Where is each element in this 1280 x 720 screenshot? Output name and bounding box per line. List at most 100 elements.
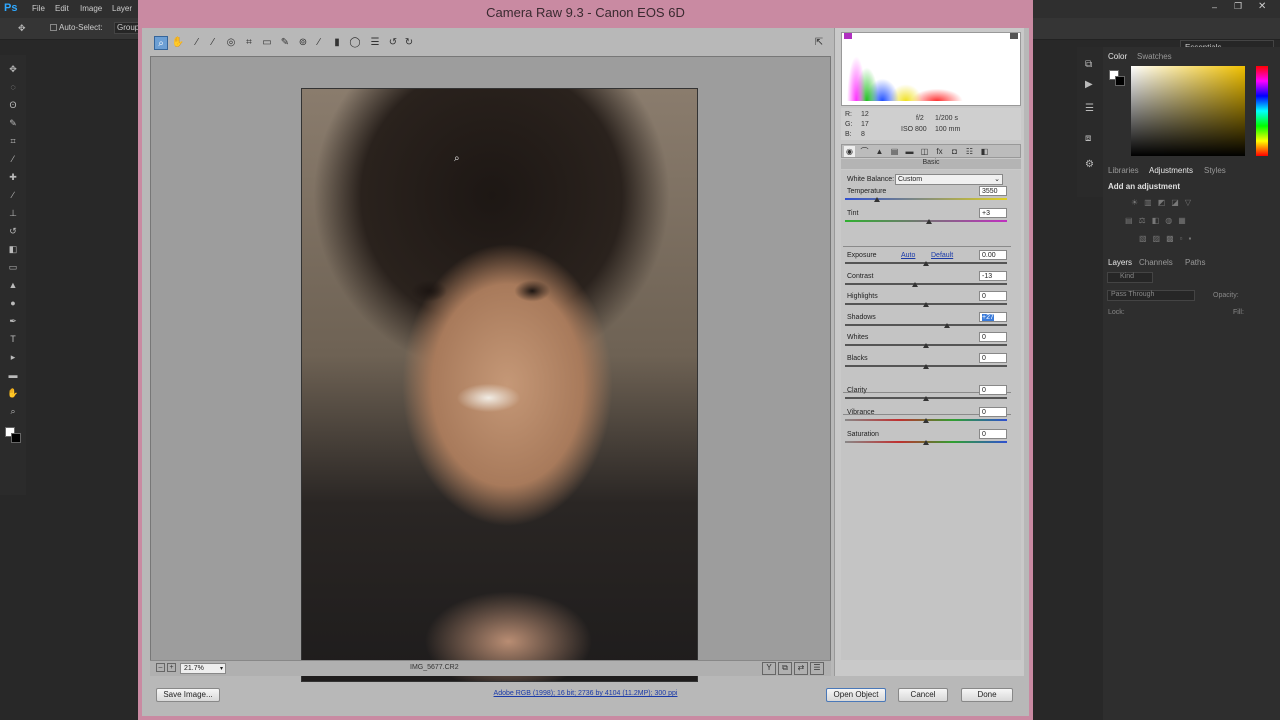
lasso-tool-icon[interactable]: ʘ: [6, 99, 20, 111]
gradient-tool-icon[interactable]: ▭: [6, 261, 20, 273]
adjustment-brush-icon[interactable]: ∕: [312, 36, 326, 50]
highlights-value-field[interactable]: 0: [979, 291, 1007, 301]
tab-color[interactable]: Color: [1108, 52, 1127, 61]
restore-icon[interactable]: ❐: [1234, 1, 1242, 12]
menu-edit[interactable]: Edit: [55, 4, 69, 13]
close-icon[interactable]: ✕: [1258, 1, 1266, 12]
panel-background-swatch[interactable]: [1115, 76, 1125, 86]
zoom-tool-icon[interactable]: ⌕: [6, 405, 20, 417]
snapshots-tab-icon[interactable]: ◧: [979, 146, 990, 157]
radial-filter-icon[interactable]: ◯: [348, 36, 362, 50]
tool-presets-icon[interactable]: ⚙: [1085, 159, 1094, 170]
cancel-button[interactable]: Cancel: [898, 688, 948, 702]
layers-kind-filter[interactable]: Kind: [1107, 272, 1153, 283]
presets-tab-icon[interactable]: ☷: [964, 146, 975, 157]
tab-styles[interactable]: Styles: [1204, 166, 1226, 175]
type-tool-icon[interactable]: T: [6, 333, 20, 345]
shadows-slider-thumb[interactable]: [944, 323, 951, 328]
tab-layers[interactable]: Layers: [1108, 258, 1132, 267]
temperature-slider-track[interactable]: [845, 198, 1007, 200]
temperature-slider-thumb[interactable]: [874, 197, 881, 202]
brush-tool-icon[interactable]: ∕: [6, 189, 20, 201]
history-brush-icon[interactable]: ↺: [6, 225, 20, 237]
properties-panel-icon[interactable]: ☰: [1085, 103, 1094, 114]
saturation-slider-thumb[interactable]: [923, 440, 929, 445]
default-link[interactable]: Default: [931, 252, 953, 259]
hand-tool-icon[interactable]: ✋: [6, 387, 20, 399]
shape-tool-icon[interactable]: ▬: [6, 369, 20, 381]
exposure-value-field[interactable]: 0.00: [979, 250, 1007, 260]
preferences-icon[interactable]: ☰: [368, 36, 382, 50]
whites-slider-thumb[interactable]: [923, 343, 929, 348]
contrast-slider-track[interactable]: [845, 283, 1007, 285]
tint-slider-thumb[interactable]: [926, 219, 933, 224]
detail-tab-icon[interactable]: ▲: [874, 146, 885, 157]
auto-select-dropdown[interactable]: Group: [114, 22, 140, 34]
swap-icon[interactable]: ⇄: [794, 662, 808, 675]
camera-calibration-tab-icon[interactable]: ◘: [949, 146, 960, 157]
straighten-tool-icon[interactable]: ▭: [260, 36, 274, 50]
rotate-right-icon[interactable]: ↻: [402, 36, 416, 50]
shadows-slider-track[interactable]: [845, 324, 1007, 326]
blacks-value-field[interactable]: 0: [979, 353, 1007, 363]
red-eye-icon[interactable]: ⊚: [296, 36, 310, 50]
hand-tool-icon[interactable]: ✋: [171, 36, 185, 50]
auto-link[interactable]: Auto: [901, 252, 915, 259]
auto-select-checkbox[interactable]: [50, 24, 57, 31]
spot-removal-icon[interactable]: ✎: [278, 36, 292, 50]
vibrance-value-field[interactable]: 0: [979, 407, 1007, 417]
color-field[interactable]: [1131, 66, 1245, 156]
marquee-tool-icon[interactable]: ◌: [6, 81, 20, 93]
actions-panel-icon[interactable]: ▶: [1085, 79, 1093, 90]
vibrance-slider-thumb[interactable]: [923, 418, 929, 423]
move-tool-icon[interactable]: ✥: [18, 23, 26, 34]
zoom-tool-icon[interactable]: ⌕: [154, 36, 168, 50]
white-balance-dropdown[interactable]: Custom ⌄: [895, 174, 1003, 185]
tint-value-field[interactable]: +3: [979, 208, 1007, 218]
eraser-tool-icon[interactable]: ◧: [6, 243, 20, 255]
hsl-tab-icon[interactable]: ▤: [889, 146, 900, 157]
contrast-value-field[interactable]: -13: [979, 271, 1007, 281]
fullscreen-icon[interactable]: ⇱: [812, 36, 826, 50]
shadows-value-field[interactable]: +27: [979, 312, 1007, 322]
whites-value-field[interactable]: 0: [979, 332, 1007, 342]
crop-tool-icon[interactable]: ⌗: [6, 135, 20, 147]
lens-tab-icon[interactable]: ◫: [919, 146, 930, 157]
blur-tool-icon[interactable]: ▲: [6, 279, 20, 291]
tone-curve-tab-icon[interactable]: ⌒: [859, 146, 870, 157]
effects-tab-icon[interactable]: fx: [934, 146, 945, 157]
tab-swatches[interactable]: Swatches: [1137, 52, 1172, 61]
hue-slider[interactable]: [1256, 66, 1268, 156]
compare-icon[interactable]: ⧉: [778, 662, 792, 675]
crop-tool-icon[interactable]: ⌗: [242, 36, 256, 50]
workflow-options-link[interactable]: Adobe RGB (1998); 16 bit; 2736 by 4104 (…: [142, 690, 1029, 697]
portrait-photo[interactable]: [301, 88, 698, 682]
targeted-adjust-icon[interactable]: ◎: [224, 36, 238, 50]
basic-tab-icon[interactable]: ◉: [844, 146, 855, 157]
menu-layer[interactable]: Layer: [112, 4, 132, 13]
color-sampler-icon[interactable]: ⁄: [206, 36, 220, 50]
minimize-icon[interactable]: –: [1212, 2, 1217, 12]
tab-libraries[interactable]: Libraries: [1108, 166, 1139, 175]
history-panel-icon[interactable]: ⧉: [1085, 59, 1092, 70]
adjustment-icons-row-2[interactable]: ▤⚖◧◍▦: [1125, 216, 1192, 225]
quick-select-tool-icon[interactable]: ✎: [6, 117, 20, 129]
rotate-left-icon[interactable]: ↺: [386, 36, 400, 50]
blacks-slider-thumb[interactable]: [923, 364, 929, 369]
highlight-clipping-icon[interactable]: [1010, 33, 1018, 39]
background-color-swatch[interactable]: [11, 433, 21, 443]
contrast-slider-thumb[interactable]: [911, 282, 918, 287]
adjustment-icons-row-3[interactable]: ▧▨▩▫▪: [1139, 234, 1197, 243]
dodge-tool-icon[interactable]: ●: [6, 297, 20, 309]
white-balance-tool-icon[interactable]: ⁄: [190, 36, 204, 50]
healing-tool-icon[interactable]: ✚: [6, 171, 20, 183]
preview-area[interactable]: ⌕: [150, 56, 831, 682]
stamp-tool-icon[interactable]: ⊥: [6, 207, 20, 219]
move-tool-icon[interactable]: ✥: [6, 63, 20, 75]
temperature-value-field[interactable]: 3550: [979, 186, 1007, 196]
zoom-in-button[interactable]: +: [167, 663, 176, 672]
shadow-clipping-icon[interactable]: [844, 33, 852, 39]
open-object-button[interactable]: Open Object: [826, 688, 886, 702]
adjustment-icons-row-1[interactable]: ☀▥◩◪▽: [1131, 198, 1197, 207]
filter-icon[interactable]: Y: [762, 662, 776, 675]
